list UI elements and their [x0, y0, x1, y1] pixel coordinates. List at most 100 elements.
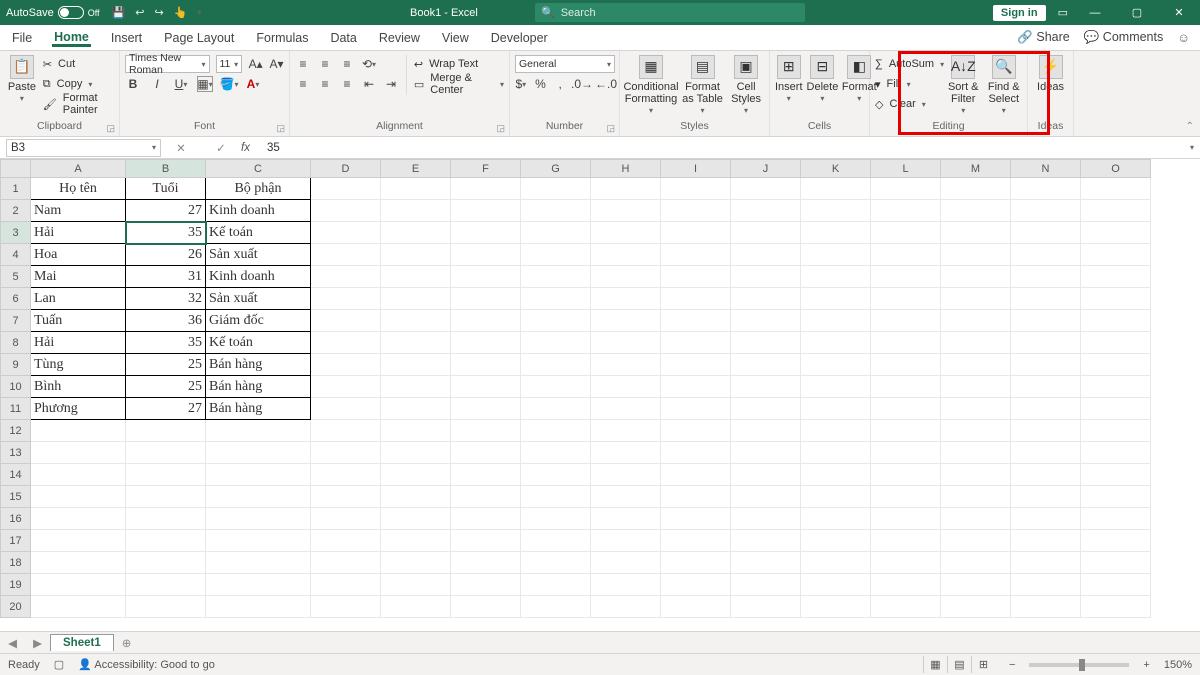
cell[interactable]: [871, 398, 941, 420]
redo-icon[interactable]: ↪: [154, 6, 163, 19]
cell[interactable]: [1011, 442, 1081, 464]
cell[interactable]: [731, 552, 801, 574]
feedback-icon[interactable]: ☺: [1177, 31, 1190, 45]
cell[interactable]: [731, 596, 801, 618]
cell[interactable]: [1081, 464, 1151, 486]
tab-review[interactable]: Review: [377, 29, 422, 47]
cell[interactable]: [451, 222, 521, 244]
cell[interactable]: [206, 442, 311, 464]
fill-color-icon[interactable]: 🪣▾: [221, 76, 237, 92]
cell[interactable]: [311, 288, 381, 310]
tab-formulas[interactable]: Formulas: [254, 29, 310, 47]
cell[interactable]: [311, 486, 381, 508]
cell[interactable]: [381, 596, 451, 618]
cell[interactable]: [381, 266, 451, 288]
row-header[interactable]: 16: [1, 508, 31, 530]
cell[interactable]: [381, 200, 451, 222]
underline-icon[interactable]: U▾: [173, 76, 189, 92]
align-right-icon[interactable]: ≡: [339, 76, 355, 92]
tab-page-layout[interactable]: Page Layout: [162, 29, 236, 47]
cell[interactable]: [661, 288, 731, 310]
cell[interactable]: [521, 442, 591, 464]
cell[interactable]: [801, 222, 871, 244]
cell[interactable]: [941, 222, 1011, 244]
cell[interactable]: [731, 310, 801, 332]
cell[interactable]: [1081, 354, 1151, 376]
cell[interactable]: [1011, 288, 1081, 310]
cell[interactable]: [451, 332, 521, 354]
cell[interactable]: [451, 464, 521, 486]
zoom-slider[interactable]: [1029, 663, 1129, 667]
cell[interactable]: [941, 398, 1011, 420]
accounting-icon[interactable]: $▾: [515, 76, 527, 92]
clear-button[interactable]: ◇Clear ▾: [875, 95, 941, 113]
cell[interactable]: [451, 596, 521, 618]
cell[interactable]: [1081, 332, 1151, 354]
share-button[interactable]: 🔗 Share: [1017, 30, 1069, 45]
cell[interactable]: [126, 420, 206, 442]
cell[interactable]: [521, 244, 591, 266]
cell[interactable]: [311, 200, 381, 222]
cell[interactable]: [381, 310, 451, 332]
cell[interactable]: [311, 464, 381, 486]
cell[interactable]: [661, 508, 731, 530]
cell[interactable]: [311, 552, 381, 574]
merge-center-button[interactable]: ▭Merge & Center ▾: [414, 75, 504, 93]
cell[interactable]: [1011, 310, 1081, 332]
cell[interactable]: [661, 398, 731, 420]
search-box[interactable]: 🔍 Search: [535, 3, 805, 22]
cell[interactable]: [1011, 464, 1081, 486]
cell[interactable]: 36: [126, 310, 206, 332]
cell[interactable]: [451, 486, 521, 508]
cell[interactable]: 27: [126, 398, 206, 420]
cell[interactable]: [311, 596, 381, 618]
cell[interactable]: [126, 552, 206, 574]
cell[interactable]: [941, 552, 1011, 574]
cell[interactable]: [311, 244, 381, 266]
dialog-launcher-icon[interactable]: ◲: [276, 123, 285, 134]
cell[interactable]: [521, 288, 591, 310]
cell[interactable]: [206, 464, 311, 486]
cell[interactable]: [521, 222, 591, 244]
cell[interactable]: [871, 596, 941, 618]
cell[interactable]: [381, 178, 451, 200]
cell[interactable]: [801, 376, 871, 398]
cell[interactable]: 26: [126, 244, 206, 266]
view-buttons[interactable]: ▦▤⊞: [923, 656, 995, 673]
cell[interactable]: [661, 376, 731, 398]
cell[interactable]: [801, 420, 871, 442]
cell[interactable]: [521, 508, 591, 530]
dialog-launcher-icon[interactable]: ◲: [106, 123, 115, 134]
cell[interactable]: [731, 508, 801, 530]
row-header[interactable]: 19: [1, 574, 31, 596]
sheet-nav-next-icon[interactable]: ▶: [33, 636, 42, 650]
cell[interactable]: [661, 420, 731, 442]
cell[interactable]: [521, 530, 591, 552]
cell[interactable]: [381, 530, 451, 552]
cell[interactable]: [801, 288, 871, 310]
cell[interactable]: Bình: [31, 376, 126, 398]
dialog-launcher-icon[interactable]: ◲: [496, 123, 505, 134]
row-header[interactable]: 4: [1, 244, 31, 266]
cell[interactable]: Bán hàng: [206, 398, 311, 420]
find-select-button[interactable]: 🔍Find & Select▾: [986, 55, 1023, 116]
close-icon[interactable]: ✕: [1164, 6, 1194, 19]
cell[interactable]: [1081, 442, 1151, 464]
cell[interactable]: [521, 596, 591, 618]
decrease-font-icon[interactable]: A▾: [269, 56, 284, 72]
cell[interactable]: [871, 332, 941, 354]
cell[interactable]: [591, 222, 661, 244]
cell[interactable]: [381, 398, 451, 420]
cell[interactable]: [1011, 266, 1081, 288]
comma-icon[interactable]: ,: [554, 76, 566, 92]
increase-decimal-icon[interactable]: .0→: [574, 76, 590, 92]
row-header[interactable]: 9: [1, 354, 31, 376]
row-header[interactable]: 11: [1, 398, 31, 420]
cell[interactable]: [731, 200, 801, 222]
cell[interactable]: [801, 310, 871, 332]
cell[interactable]: [451, 244, 521, 266]
cell[interactable]: [311, 332, 381, 354]
cell[interactable]: [731, 464, 801, 486]
cell[interactable]: [381, 442, 451, 464]
cell[interactable]: 27: [126, 200, 206, 222]
